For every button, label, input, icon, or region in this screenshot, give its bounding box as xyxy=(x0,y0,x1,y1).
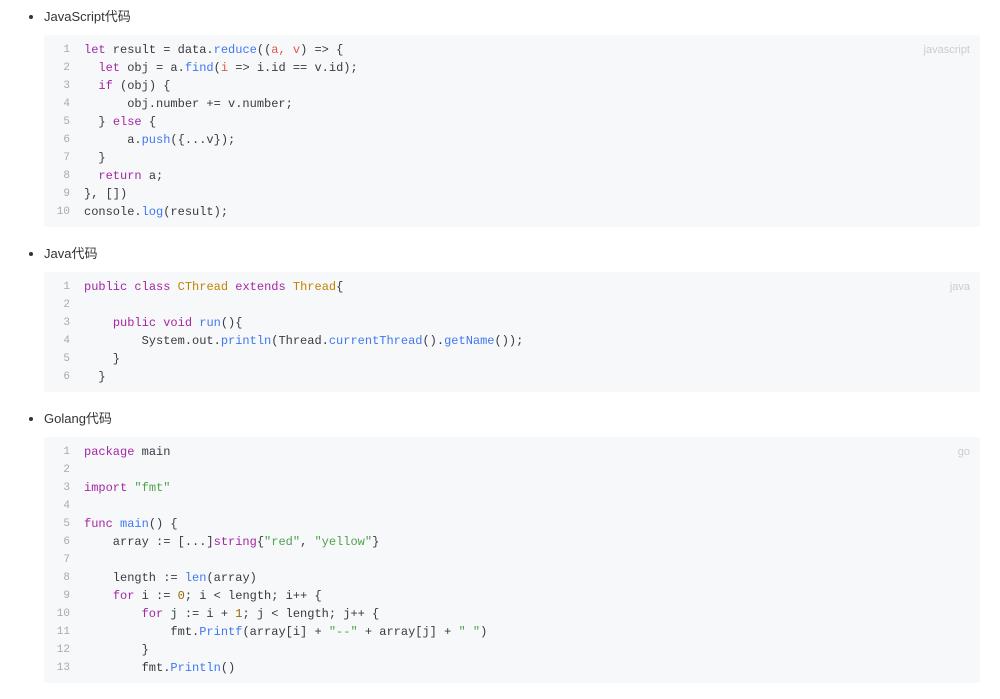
line-number: 1 xyxy=(44,278,84,296)
code-content: } xyxy=(84,368,980,386)
code-line: 9 for i := 0; i < length; i++ { xyxy=(44,587,980,605)
code-line: 3 public void run(){ xyxy=(44,314,980,332)
line-number: 7 xyxy=(44,149,84,167)
code-line: 2 let obj = a.find(i => i.id == v.id); xyxy=(44,59,980,77)
code-content: } xyxy=(84,350,980,368)
code-line: 11 fmt.Printf(array[i] + "--" + array[j]… xyxy=(44,623,980,641)
line-number: 8 xyxy=(44,167,84,185)
code-line: 6 array := [...]string{"red", "yellow"} xyxy=(44,533,980,551)
section-item: Java代码java1public class CThread extends … xyxy=(44,243,980,392)
code-content: let obj = a.find(i => i.id == v.id); xyxy=(84,59,980,77)
code-content: import "fmt" xyxy=(84,479,980,497)
code-content: }, []) xyxy=(84,185,980,203)
line-number: 4 xyxy=(44,497,84,515)
code-content: console.log(result); xyxy=(84,203,980,221)
line-number: 6 xyxy=(44,368,84,386)
code-line: 8 length := len(array) xyxy=(44,569,980,587)
code-block: javascript1let result = data.reduce((a, … xyxy=(44,35,980,227)
section-title: Golang代码 xyxy=(44,411,112,426)
code-line: 1public class CThread extends Thread{ xyxy=(44,278,980,296)
code-content: for i := 0; i < length; i++ { xyxy=(84,587,980,605)
code-content: obj.number += v.number; xyxy=(84,95,980,113)
code-content: public void run(){ xyxy=(84,314,980,332)
code-content: } else { xyxy=(84,113,980,131)
code-content: fmt.Printf(array[i] + "--" + array[j] + … xyxy=(84,623,980,641)
line-number: 13 xyxy=(44,659,84,677)
line-number: 7 xyxy=(44,551,84,569)
code-content: } xyxy=(84,149,980,167)
code-line: 1package main xyxy=(44,443,980,461)
line-number: 3 xyxy=(44,314,84,332)
line-number: 5 xyxy=(44,350,84,368)
code-line: 1let result = data.reduce((a, v) => { xyxy=(44,41,980,59)
code-content: fmt.Println() xyxy=(84,659,980,677)
code-line: 3import "fmt" xyxy=(44,479,980,497)
code-line: 13 fmt.Println() xyxy=(44,659,980,677)
code-sections-list: JavaScript代码javascript1let result = data… xyxy=(20,6,980,683)
section-item: Golang代码go1package main23import "fmt"45f… xyxy=(44,408,980,683)
line-number: 1 xyxy=(44,443,84,461)
code-content: return a; xyxy=(84,167,980,185)
code-line: 4 System.out.println(Thread.currentThrea… xyxy=(44,332,980,350)
code-language-label: javascript xyxy=(924,41,970,59)
line-number: 5 xyxy=(44,515,84,533)
code-content: a.push({...v}); xyxy=(84,131,980,149)
code-content: public class CThread extends Thread{ xyxy=(84,278,980,296)
section-item: JavaScript代码javascript1let result = data… xyxy=(44,6,980,227)
code-content: for j := i + 1; j < length; j++ { xyxy=(84,605,980,623)
code-language-label: java xyxy=(950,278,970,296)
code-line: 4 obj.number += v.number; xyxy=(44,95,980,113)
code-block: java1public class CThread extends Thread… xyxy=(44,272,980,392)
line-number: 9 xyxy=(44,185,84,203)
line-number: 8 xyxy=(44,569,84,587)
code-line: 3 if (obj) { xyxy=(44,77,980,95)
code-line: 4 xyxy=(44,497,980,515)
code-content: array := [...]string{"red", "yellow"} xyxy=(84,533,980,551)
line-number: 3 xyxy=(44,479,84,497)
code-content: length := len(array) xyxy=(84,569,980,587)
code-line: 7 } xyxy=(44,149,980,167)
code-line: 9}, []) xyxy=(44,185,980,203)
line-number: 2 xyxy=(44,296,84,314)
code-line: 8 return a; xyxy=(44,167,980,185)
code-line: 5 } xyxy=(44,350,980,368)
line-number: 10 xyxy=(44,203,84,221)
code-line: 7 xyxy=(44,551,980,569)
line-number: 4 xyxy=(44,332,84,350)
line-number: 9 xyxy=(44,587,84,605)
line-number: 6 xyxy=(44,533,84,551)
code-line: 10console.log(result); xyxy=(44,203,980,221)
line-number: 3 xyxy=(44,77,84,95)
code-line: 2 xyxy=(44,461,980,479)
code-block: go1package main23import "fmt"45func main… xyxy=(44,437,980,683)
line-number: 12 xyxy=(44,641,84,659)
code-line: 10 for j := i + 1; j < length; j++ { xyxy=(44,605,980,623)
code-content: let result = data.reduce((a, v) => { xyxy=(84,41,980,59)
line-number: 4 xyxy=(44,95,84,113)
line-number: 11 xyxy=(44,623,84,641)
code-line: 5func main() { xyxy=(44,515,980,533)
code-language-label: go xyxy=(958,443,970,461)
code-line: 12 } xyxy=(44,641,980,659)
section-title: JavaScript代码 xyxy=(44,9,131,24)
section-title: Java代码 xyxy=(44,246,97,261)
line-number: 2 xyxy=(44,59,84,77)
line-number: 5 xyxy=(44,113,84,131)
line-number: 10 xyxy=(44,605,84,623)
line-number: 2 xyxy=(44,461,84,479)
line-number: 6 xyxy=(44,131,84,149)
code-content: package main xyxy=(84,443,980,461)
code-line: 6 a.push({...v}); xyxy=(44,131,980,149)
code-content: if (obj) { xyxy=(84,77,980,95)
code-line: 5 } else { xyxy=(44,113,980,131)
code-content: System.out.println(Thread.currentThread(… xyxy=(84,332,980,350)
code-content: } xyxy=(84,641,980,659)
code-content: func main() { xyxy=(84,515,980,533)
code-line: 6 } xyxy=(44,368,980,386)
line-number: 1 xyxy=(44,41,84,59)
code-line: 2 xyxy=(44,296,980,314)
